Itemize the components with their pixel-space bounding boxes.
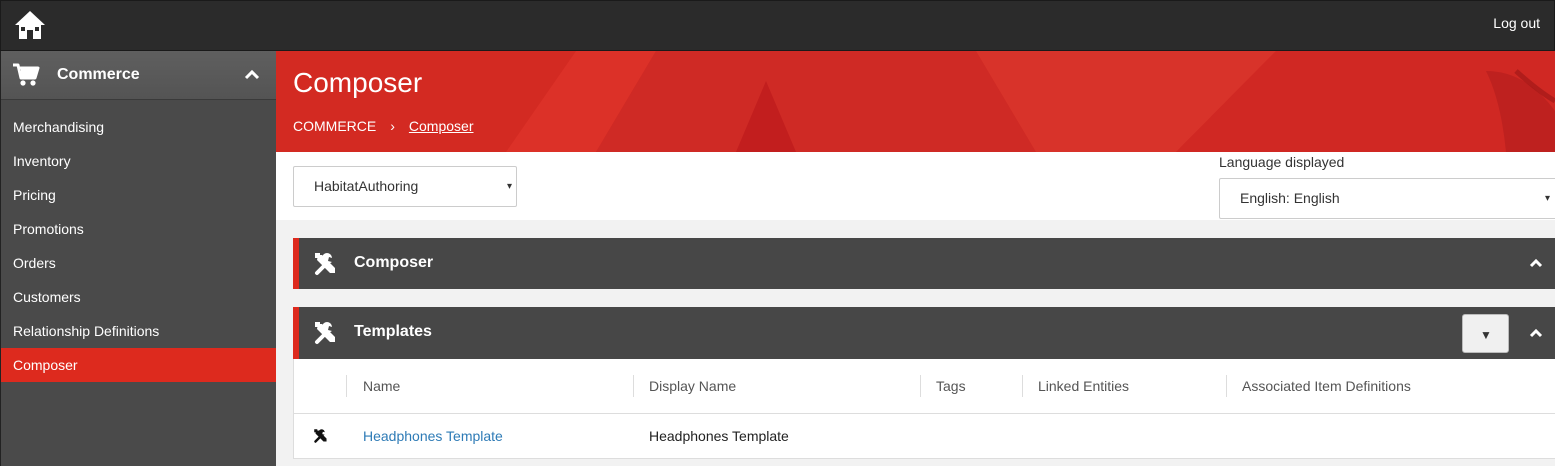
language-select-value: English: English (1240, 190, 1340, 206)
templates-table: Name Display Name Tags Linked Entities A… (293, 359, 1555, 459)
column-divider (1022, 375, 1023, 397)
shopping-cart-icon (13, 63, 40, 86)
page-header: Composer COMMERCE › Composer (276, 51, 1555, 152)
breadcrumb-separator: › (390, 118, 395, 134)
toolbar: HabitatAuthoring ▾ Language displayed En… (276, 152, 1555, 220)
templates-panel-title: Templates (354, 323, 432, 340)
catalog-select[interactable]: HabitatAuthoring ▾ (293, 166, 517, 207)
breadcrumb: COMMERCE › Composer (293, 118, 474, 134)
language-select[interactable]: English: English ▾ (1219, 178, 1555, 219)
top-bar: Log out (0, 0, 1555, 51)
sidebar: Commerce Merchandising Inventory Pricing… (0, 51, 276, 466)
chevron-up-icon[interactable] (1529, 328, 1543, 338)
templates-panel-header[interactable]: Templates ▼ (293, 307, 1555, 359)
sidebar-menu: Merchandising Inventory Pricing Promotio… (1, 110, 276, 382)
sidebar-item-promotions[interactable]: Promotions (1, 212, 276, 246)
column-header-display-name[interactable]: Display Name (649, 359, 736, 413)
composer-panel-header[interactable]: Composer (293, 238, 1555, 289)
tools-icon (314, 429, 327, 443)
dropdown-arrow-icon: ▾ (506, 181, 512, 192)
chevron-up-icon[interactable] (1529, 258, 1543, 268)
column-header-name[interactable]: Name (363, 359, 400, 413)
chevron-up-icon[interactable] (244, 68, 260, 80)
sidebar-item-customers[interactable]: Customers (1, 280, 276, 314)
sidebar-item-composer[interactable]: Composer (1, 348, 276, 382)
column-divider (920, 375, 921, 397)
column-header-linked-entities[interactable]: Linked Entities (1038, 359, 1129, 413)
composer-panel-title: Composer (354, 254, 434, 271)
tools-icon (315, 322, 335, 344)
page-title: Composer (293, 67, 423, 98)
sidebar-item-pricing[interactable]: Pricing (1, 178, 276, 212)
header-background-pattern (276, 51, 1555, 152)
column-header-associated-item-definitions[interactable]: Associated Item Definitions (1242, 359, 1411, 413)
caret-down-icon: ▼ (1480, 328, 1492, 342)
column-divider (633, 375, 634, 397)
sidebar-item-orders[interactable]: Orders (1, 246, 276, 280)
column-header-tags[interactable]: Tags (936, 359, 966, 413)
tools-icon (315, 253, 335, 275)
logout-link[interactable]: Log out (1493, 15, 1540, 31)
template-name-link[interactable]: Headphones Template (363, 414, 503, 458)
templates-actions-dropdown-button[interactable]: ▼ (1462, 314, 1509, 353)
sidebar-item-merchandising[interactable]: Merchandising (1, 110, 276, 144)
home-icon[interactable] (13, 9, 47, 41)
sidebar-header[interactable]: Commerce (1, 51, 276, 100)
column-divider (1226, 375, 1227, 397)
sidebar-item-inventory[interactable]: Inventory (1, 144, 276, 178)
sidebar-title: Commerce (57, 66, 140, 83)
language-label: Language displayed (1219, 154, 1345, 170)
sidebar-item-relationship-definitions[interactable]: Relationship Definitions (1, 314, 276, 348)
dropdown-arrow-icon: ▾ (1545, 193, 1551, 204)
breadcrumb-parent[interactable]: COMMERCE (293, 118, 376, 134)
catalog-select-value: HabitatAuthoring (314, 178, 419, 194)
template-display-name: Headphones Template (649, 428, 789, 444)
breadcrumb-current[interactable]: Composer (409, 118, 474, 134)
column-divider (346, 375, 347, 397)
